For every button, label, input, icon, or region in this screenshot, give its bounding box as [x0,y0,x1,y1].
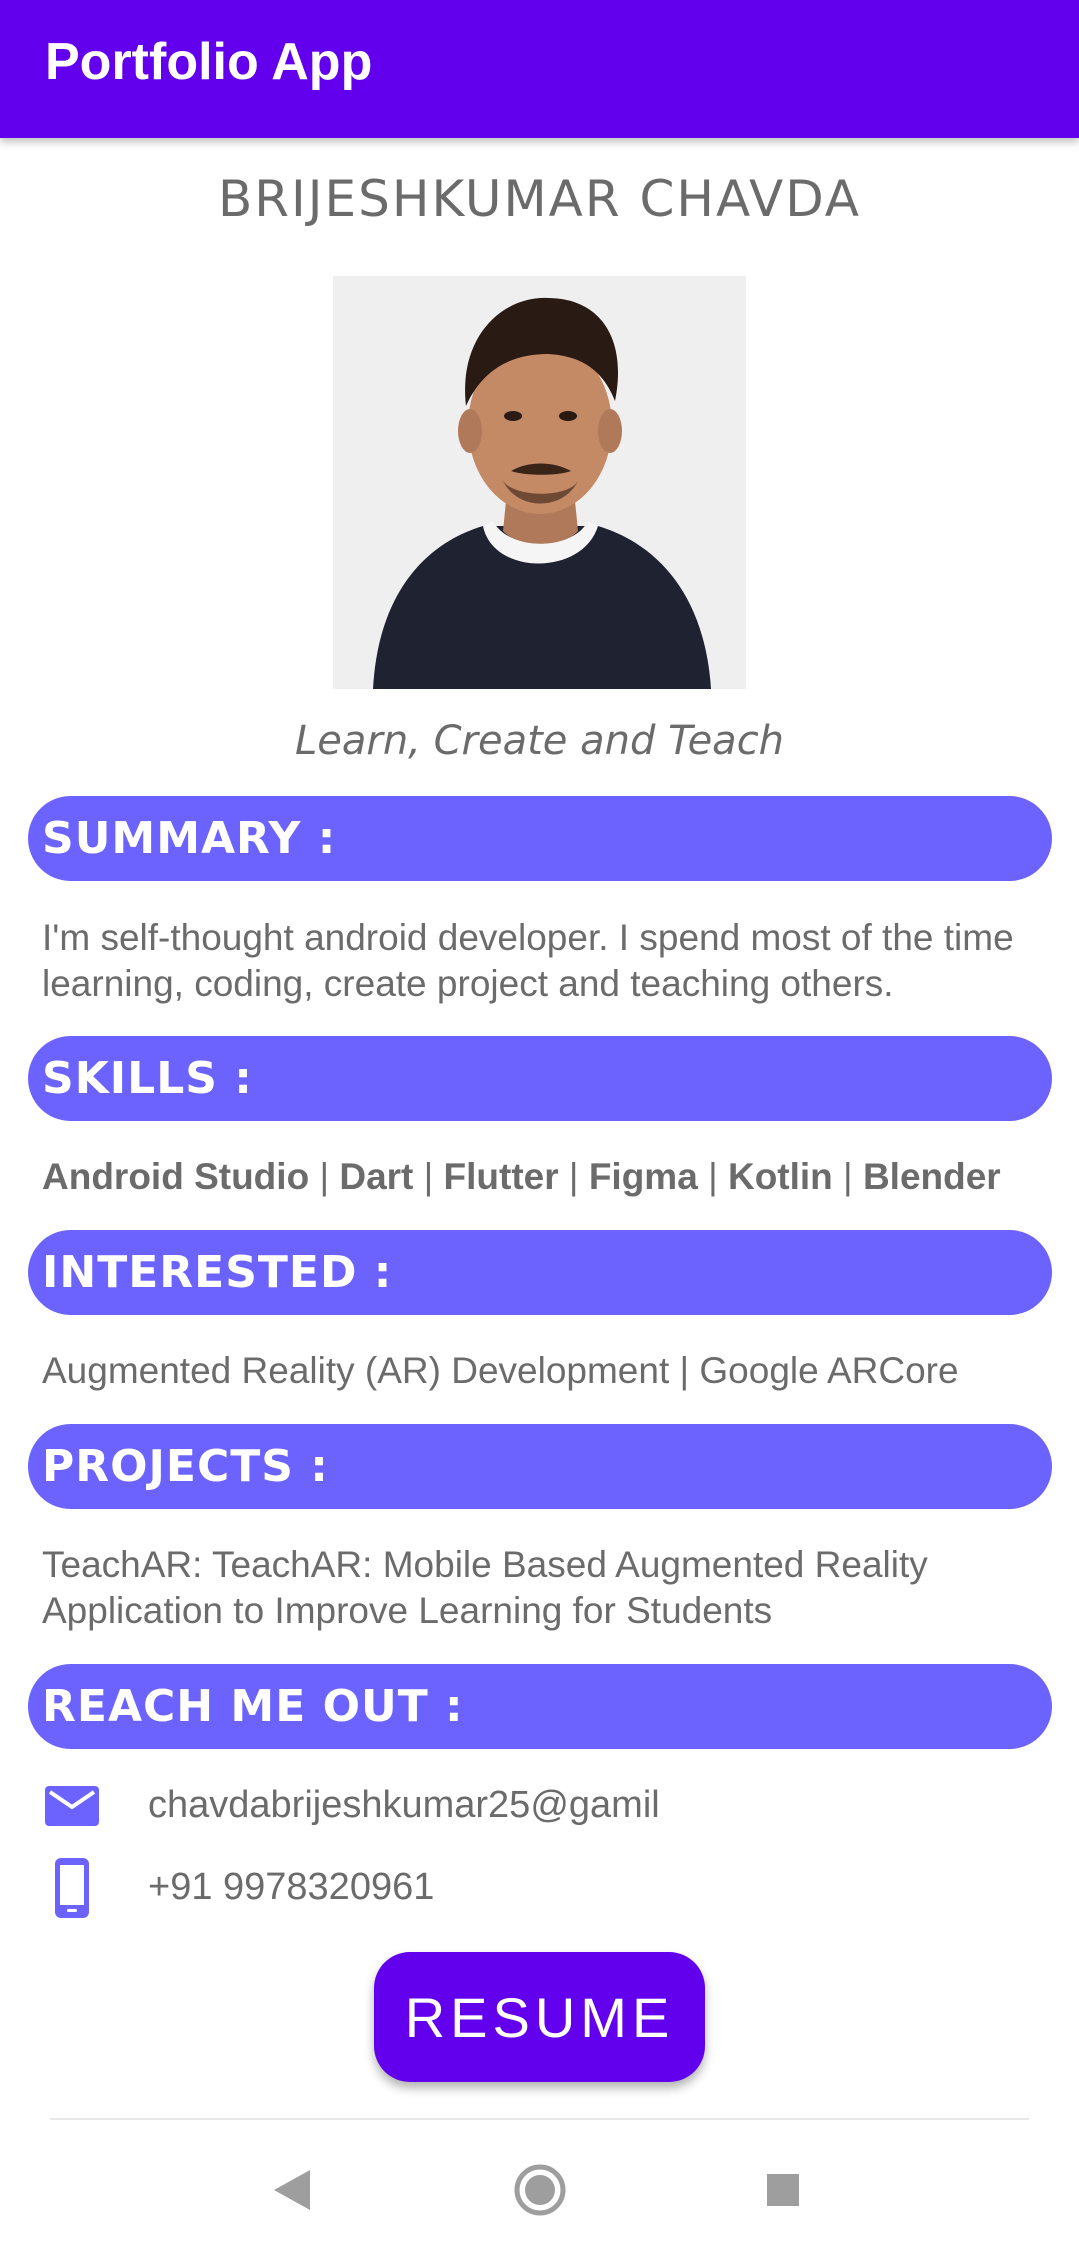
nav-divider [50,2118,1029,2120]
recents-square-icon[interactable] [743,2150,823,2230]
phone-text[interactable]: +91 9978320961 [148,1866,434,1909]
phone-row[interactable]: +91 9978320961 [42,1858,1042,1918]
mail-icon [42,1776,102,1836]
skill-item: Figma [588,1156,698,1197]
projects-text: TeachAR: TeachAR: Mobile Based Augmented… [42,1544,928,1631]
summary-text: I'm self-thought android developer. I sp… [42,917,1014,1004]
skill-item: Kotlin [727,1156,833,1197]
skill-item: Dart [339,1156,414,1197]
resume-button[interactable]: RESUME [374,1952,705,2082]
interested-header: INTERESTED : [28,1230,1052,1315]
skill-item: Blender [862,1156,1001,1197]
skill-item: Android Studio [42,1156,310,1197]
home-circle-icon[interactable] [500,2150,580,2230]
projects-header-label: PROJECTS : [42,1441,329,1492]
profile-photo [333,276,746,689]
back-triangle-icon[interactable] [252,2150,332,2230]
interested-text: Augmented Reality (AR) Development | Goo… [42,1350,959,1391]
summary-header: SUMMARY : [28,796,1052,881]
skills-header: SKILLS : [28,1036,1052,1121]
reach-header: REACH ME OUT : [28,1664,1052,1749]
reach-header-label: REACH ME OUT : [42,1681,464,1732]
profile-tagline: Learn, Create and Teach [294,718,785,764]
app-bar: Portfolio App [0,0,1079,138]
profile-name: BRIJESHKUMAR CHAVDA [217,170,862,228]
projects-header: PROJECTS : [28,1424,1052,1509]
email-text[interactable]: chavdabrijeshkumar25@gamil [148,1784,660,1827]
app-title: Portfolio App [45,33,373,91]
email-row[interactable]: chavdabrijeshkumar25@gamil [42,1776,1042,1836]
skill-item: Flutter [443,1156,559,1197]
skills-list: Android Studio | Dart | Flutter | Figma … [42,1156,1001,1197]
skills-header-label: SKILLS : [42,1053,253,1104]
summary-header-label: SUMMARY : [42,813,337,864]
interested-header-label: INTERESTED : [42,1247,393,1298]
phone-icon [42,1858,102,1918]
